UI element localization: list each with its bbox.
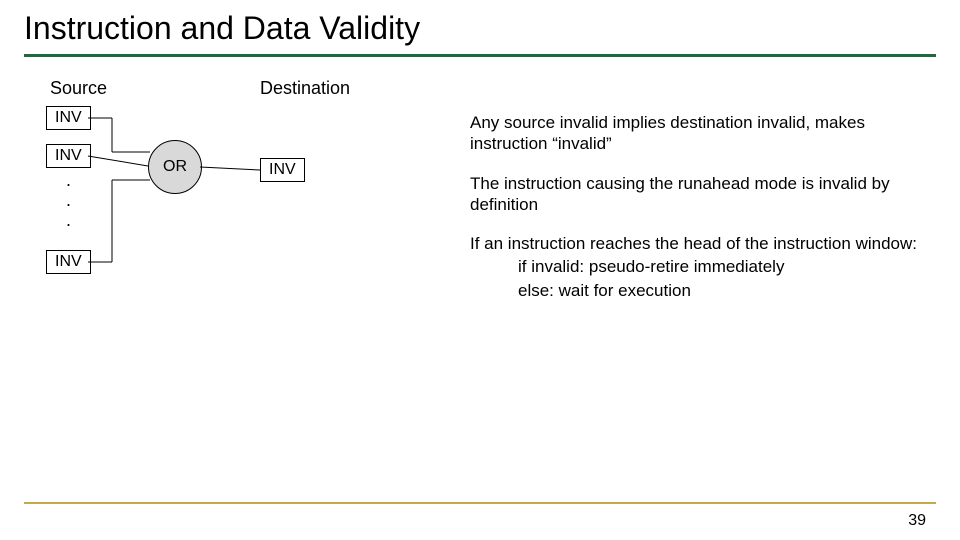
footer-rule xyxy=(24,502,936,504)
title-underline xyxy=(24,54,936,57)
body-text: Any source invalid implies destination i… xyxy=(470,112,930,319)
paragraph-3b: else: wait for execution xyxy=(518,280,930,301)
or-gate: OR xyxy=(148,140,202,194)
ellipsis-dots: . . . xyxy=(66,170,71,230)
dest-inv-box: INV xyxy=(260,158,305,182)
paragraph-3a: if invalid: pseudo-retire immediately xyxy=(518,256,930,277)
paragraph-1: Any source invalid implies destination i… xyxy=(470,112,930,155)
page-number: 39 xyxy=(908,512,926,530)
source-inv-box-3: INV xyxy=(46,250,91,274)
paragraph-3-lead: If an instruction reaches the head of th… xyxy=(470,233,930,254)
source-inv-box-2: INV xyxy=(46,144,91,168)
label-destination: Destination xyxy=(260,78,350,99)
paragraph-2: The instruction causing the runahead mod… xyxy=(470,173,930,216)
label-source: Source xyxy=(50,78,107,99)
page-title: Instruction and Data Validity xyxy=(24,10,420,47)
source-inv-box-1: INV xyxy=(46,106,91,130)
